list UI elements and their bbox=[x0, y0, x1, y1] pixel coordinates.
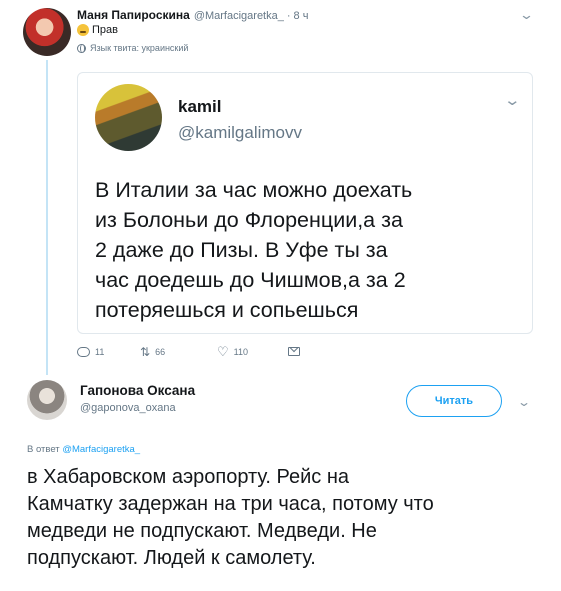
tweet-header: Маня Папироскина @Marfacigaretka_ · 8 ч bbox=[77, 8, 308, 22]
reply-count: 11 bbox=[95, 346, 105, 357]
separator-dot: · bbox=[286, 10, 291, 22]
quoted-author-name: kamil bbox=[178, 97, 222, 116]
emoji-icon bbox=[77, 24, 89, 36]
thread-connector-line bbox=[46, 60, 48, 375]
reply-handle-link[interactable]: @Marfacigaretka_ bbox=[62, 444, 140, 455]
follow-button[interactable]: Читать bbox=[406, 385, 502, 417]
author-name[interactable]: Гапонова Оксана bbox=[80, 383, 195, 398]
quoted-tweet-text: В Италии за час можно доехать из Болоньи… bbox=[95, 178, 413, 322]
retweet-button[interactable]: ⇅ 66 bbox=[140, 346, 217, 358]
reply-button[interactable]: 11 bbox=[77, 346, 140, 357]
quoted-tweet-card[interactable]: kamil @kamilgalimovv ⌄ В Италии за час м… bbox=[77, 72, 533, 334]
language-label: Язык твита: украинский bbox=[90, 43, 189, 53]
quoted-author-handle: @kamilgalimovv bbox=[178, 123, 303, 142]
like-icon: ♡ bbox=[217, 344, 229, 359]
chevron-down-icon[interactable]: ⌄ bbox=[519, 7, 534, 23]
author-handle[interactable]: @gaponova_oxana bbox=[80, 402, 176, 414]
reply-prefix: В ответ bbox=[27, 444, 60, 455]
author-name[interactable]: Маня Папироскина bbox=[77, 8, 190, 22]
tweet-actions: 11 ⇅ 66 ♡ 110 bbox=[77, 345, 300, 358]
retweet-icon: ⇅ bbox=[140, 344, 151, 359]
tweet-text-content: Прав bbox=[92, 24, 118, 36]
reply-context: В ответ @Marfacigaretka_ bbox=[27, 444, 140, 455]
like-button[interactable]: ♡ 110 bbox=[217, 345, 288, 358]
author-handle[interactable]: @Marfacigaretka_ bbox=[194, 10, 284, 22]
retweet-count: 66 bbox=[155, 346, 166, 357]
tweet-language-note: Язык твита: украинский bbox=[77, 43, 188, 53]
like-count: 110 bbox=[233, 346, 249, 357]
chevron-down-icon[interactable]: ⌄ bbox=[517, 395, 531, 409]
globe-icon bbox=[77, 43, 86, 53]
quoted-author-avatar bbox=[95, 84, 162, 151]
message-icon bbox=[288, 347, 300, 356]
message-button[interactable] bbox=[288, 347, 300, 356]
tweet-text: Прав bbox=[77, 24, 118, 36]
reply-icon bbox=[77, 346, 90, 357]
tweet-text: в Хабаровском аэропорту. Рейс на Камчатк… bbox=[27, 466, 434, 569]
avatar[interactable] bbox=[27, 380, 67, 420]
avatar[interactable] bbox=[23, 8, 71, 56]
chevron-down-icon[interactable]: ⌄ bbox=[503, 91, 521, 109]
tweet-timestamp[interactable]: 8 ч bbox=[294, 10, 309, 22]
